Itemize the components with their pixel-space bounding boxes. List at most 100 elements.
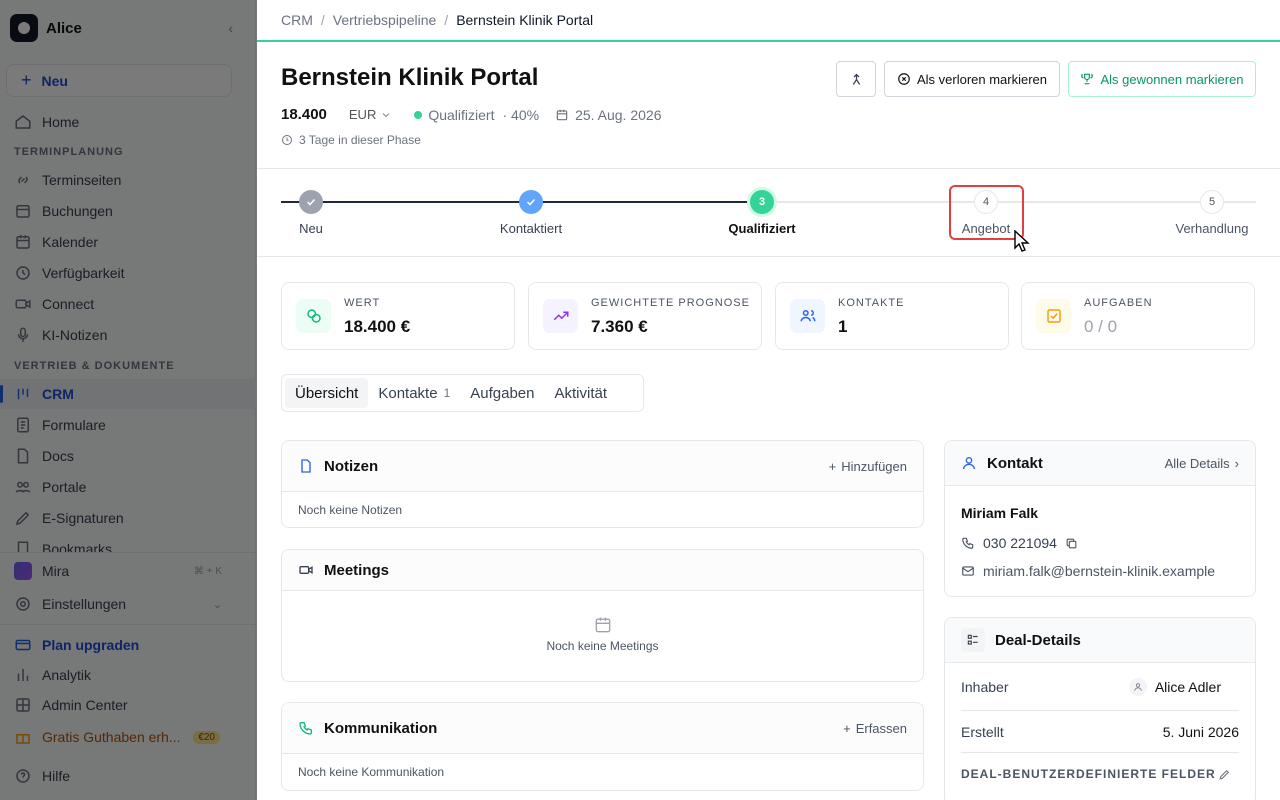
card-icon	[15, 639, 31, 651]
sidebar-item-esign[interactable]: E-Signaturen	[0, 503, 256, 533]
sidebar-item-bookings[interactable]: Buchungen	[0, 196, 256, 226]
sidebar-item-upgrade[interactable]: Plan upgraden	[0, 630, 256, 660]
tab-bar: Übersicht Kontakte 1 Aufgaben Aktivität	[281, 374, 644, 412]
merge-icon	[852, 73, 860, 85]
sidebar-item-portals[interactable]: Portale	[0, 472, 256, 502]
sidebar-item-settings[interactable]: Einstellungen ⌄	[0, 589, 256, 619]
breadcrumb-current: Bernstein Klinik Portal	[456, 12, 594, 28]
stage-name[interactable]: Qualifiziert	[428, 107, 494, 123]
deal-amount[interactable]: 18.400	[281, 106, 327, 123]
card-label: KONTAKTE	[838, 297, 905, 309]
tab-contacts[interactable]: Kontakte 1	[368, 378, 460, 408]
mark-won-button[interactable]: Als gewonnen markieren	[1068, 61, 1256, 97]
card-label: AUFGABEN	[1084, 297, 1153, 309]
coins-icon	[296, 299, 331, 333]
all-details-link[interactable]: Alle Details ›	[1165, 456, 1239, 471]
sidebar-item-label: Buchungen	[42, 203, 113, 219]
copy-icon[interactable]	[1065, 537, 1078, 550]
currency-select[interactable]: EUR	[349, 107, 392, 122]
sidebar-item-ai-notes[interactable]: KI-Notizen	[0, 320, 256, 350]
stage-step-negotiation[interactable]: 5 Verhandlung	[1172, 190, 1252, 236]
card-label: GEWICHTETE PROGNOSE	[591, 297, 750, 309]
add-note-button[interactable]: + Hinzufügen	[829, 459, 907, 474]
tab-activity[interactable]: Aktivität	[545, 378, 618, 408]
bookmark-icon	[17, 541, 29, 552]
calendar-check-icon	[16, 205, 30, 218]
collapse-sidebar-icon[interactable]: ‹	[228, 20, 233, 36]
sidebar-item-label: Analytik	[42, 667, 92, 683]
owner-value[interactable]: Alice Adler	[1128, 677, 1221, 696]
tab-overview[interactable]: Übersicht	[285, 378, 369, 408]
stage-status-dot	[414, 110, 423, 119]
pencil-icon[interactable]	[1218, 768, 1231, 781]
value-card: WERT 18.400 €	[281, 282, 515, 350]
sidebar-divider	[0, 624, 256, 625]
workspace-switcher[interactable]: Alice	[10, 14, 246, 42]
merge-button[interactable]	[836, 61, 876, 97]
credit-badge: €20	[193, 730, 220, 744]
breadcrumb-pipeline[interactable]: Vertriebspipeline	[333, 12, 437, 28]
gear-icon	[16, 597, 30, 611]
close-date[interactable]: 25. Aug. 2026	[575, 107, 661, 123]
mark-lost-button[interactable]: Als verloren markieren	[884, 61, 1060, 97]
sidebar-item-label: Verfügbarkeit	[42, 265, 125, 281]
sidebar-item-label: CRM	[42, 386, 74, 402]
sidebar: Alice ‹ + Neu Home TERMINPLANUNG Termins…	[0, 0, 256, 800]
mark-won-label: Als gewonnen markieren	[1100, 71, 1244, 87]
sidebar-item-admin[interactable]: Admin Center	[0, 690, 256, 720]
trending-up-icon	[543, 299, 578, 333]
owner-row: Inhaber Alice Adler	[961, 663, 1239, 711]
sidebar-item-calendar[interactable]: Kalender	[0, 227, 256, 257]
pen-icon	[15, 511, 30, 526]
sidebar-item-connect[interactable]: Connect	[0, 289, 256, 319]
contact-email[interactable]: miriam.falk@bernstein-klinik.example	[983, 563, 1215, 579]
add-note-label: Hinzufügen	[841, 458, 907, 474]
tasks-card: AUFGABEN 0 / 0	[1021, 282, 1255, 350]
user-icon	[963, 457, 975, 470]
sidebar-item-label: Kalender	[42, 234, 99, 250]
sidebar-item-home[interactable]: Home	[0, 107, 256, 137]
mark-lost-label: Als verloren markieren	[916, 71, 1048, 87]
workspace-name: Alice	[46, 19, 82, 37]
tab-count: 1	[443, 386, 451, 400]
sidebar-item-docs[interactable]: Docs	[0, 441, 256, 471]
sidebar-divider	[0, 552, 256, 553]
sidebar-item-cutoff[interactable]: Bookmarks	[0, 534, 256, 552]
sidebar-item-mira[interactable]: Mira ⌘ + K	[0, 556, 256, 586]
contact-phone-row: 030 221094	[961, 535, 1239, 551]
card-value: 7.360 €	[591, 317, 648, 336]
forecast-card: GEWICHTETE PROGNOSE 7.360 €	[528, 282, 762, 350]
breadcrumb-crm[interactable]: CRM	[281, 12, 313, 28]
sidebar-item-help[interactable]: Hilfe	[0, 761, 256, 791]
check-icon	[299, 190, 323, 214]
sidebar-item-label: Mira	[42, 563, 70, 579]
sidebar-item-crm[interactable]: CRM	[0, 379, 256, 409]
contacts-card: KONTAKTE 1	[775, 282, 1009, 350]
kanban-icon	[17, 388, 29, 400]
card-value: 18.400 €	[344, 317, 411, 336]
contact-name[interactable]: Miriam Falk	[961, 505, 1239, 521]
sidebar-item-label: Portale	[42, 479, 87, 495]
sidebar-item-label: Admin Center	[42, 697, 128, 713]
sidebar-item-availability[interactable]: Verfügbarkeit	[0, 258, 256, 288]
sidebar-item-forms[interactable]: Formulare	[0, 410, 256, 440]
avatar	[1128, 677, 1147, 696]
new-button[interactable]: + Neu	[6, 64, 232, 97]
tab-tasks[interactable]: Aufgaben	[460, 378, 544, 408]
log-communication-button[interactable]: + Erfassen	[843, 721, 907, 736]
sidebar-item-analytics[interactable]: Analytik	[0, 660, 256, 690]
panel-title: Deal-Details	[995, 631, 1081, 649]
page-title: Bernstein Klinik Portal	[281, 64, 539, 91]
help-icon	[16, 769, 30, 783]
contact-phone[interactable]: 030 221094	[983, 535, 1057, 551]
stage-step-qualified[interactable]: 3 Qualifiziert	[722, 190, 802, 236]
sidebar-item-booking-pages[interactable]: Terminseiten	[0, 165, 256, 195]
panel-title: Kontakt	[987, 454, 1043, 472]
owner-name: Alice Adler	[1154, 678, 1221, 695]
stage-step-contacted[interactable]: Kontaktiert	[491, 190, 571, 236]
microphone-icon	[17, 327, 29, 342]
chevron-down-icon	[382, 112, 390, 117]
notes-panel: Notizen + Hinzufügen Noch keine Notizen	[281, 440, 924, 528]
sidebar-item-credit[interactable]: Gratis Guthaben erh... €20	[0, 722, 256, 752]
stage-step-new[interactable]: Neu	[271, 190, 351, 236]
